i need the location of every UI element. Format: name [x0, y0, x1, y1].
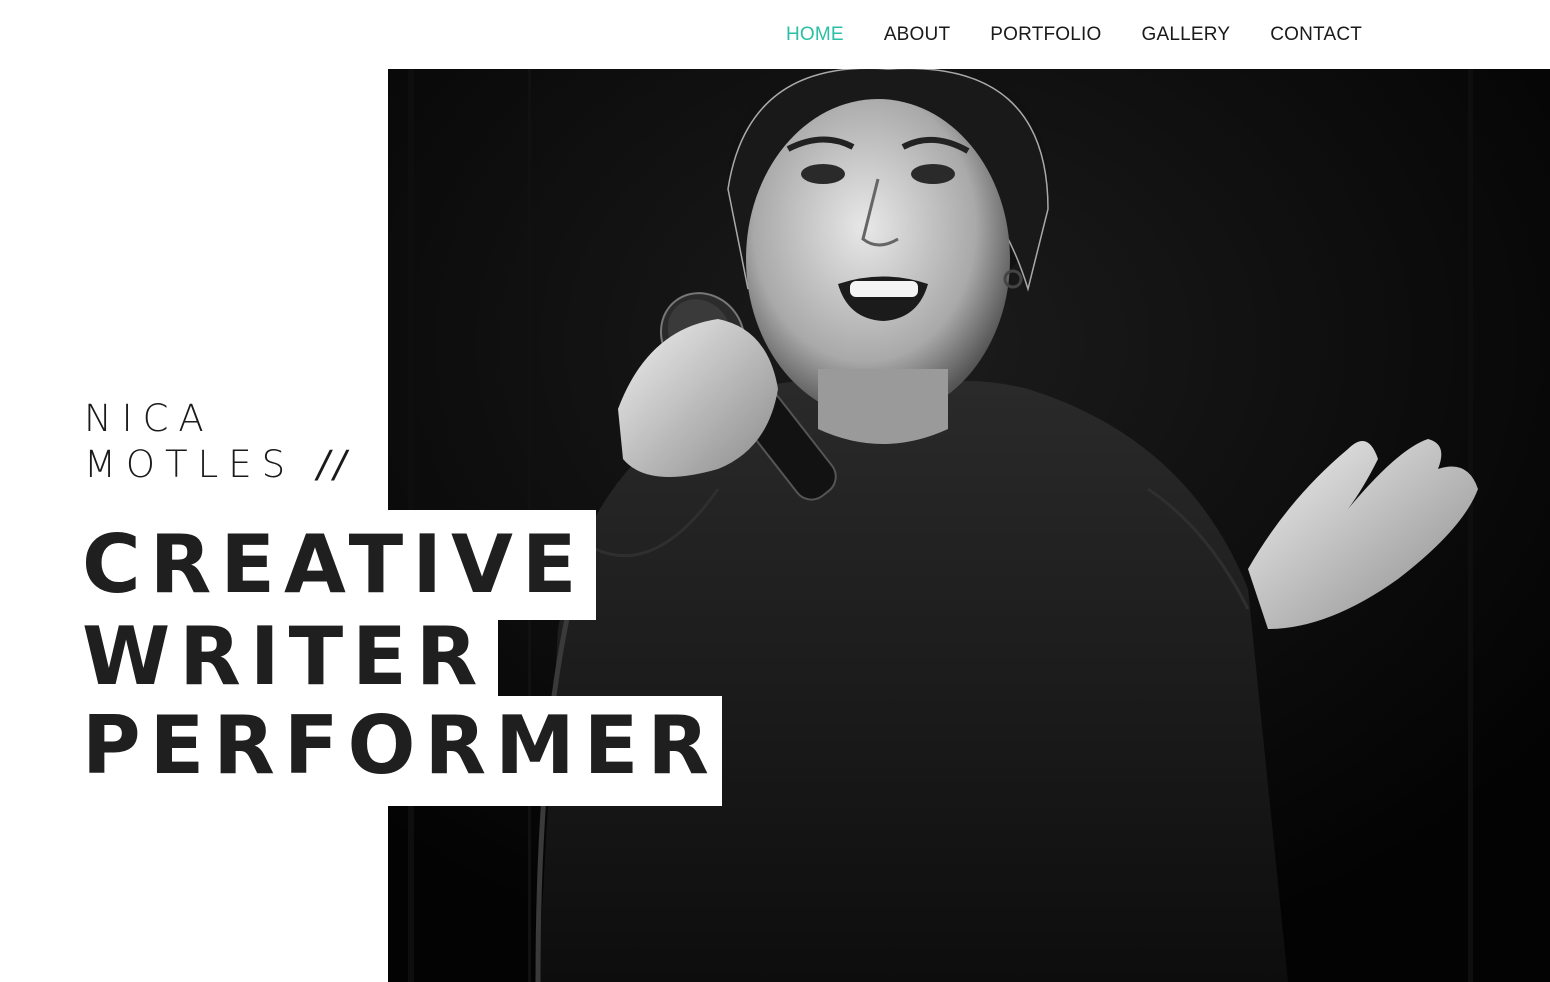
- name-separator: //: [317, 443, 351, 486]
- title-creative-text: CREATIVE: [82, 518, 586, 611]
- title-line-writer: WRITER: [80, 610, 498, 703]
- page: HOME ABOUT PORTFOLIO GALLERY CONTACT NIC…: [0, 0, 1550, 982]
- main-nav: HOME ABOUT PORTFOLIO GALLERY CONTACT: [786, 20, 1362, 50]
- title-performer-text: PERFORMER: [82, 699, 718, 792]
- nav-about-link[interactable]: ABOUT: [884, 20, 950, 50]
- name-last: MOTLES: [84, 443, 296, 486]
- nav-contact-link[interactable]: CONTACT: [1270, 20, 1362, 50]
- name-last-row: MOTLES //: [84, 442, 350, 488]
- title-line-creative: CREATIVE: [80, 510, 596, 620]
- performer-name: NICA MOTLES //: [84, 396, 350, 488]
- nav-gallery-link[interactable]: GALLERY: [1142, 20, 1231, 50]
- name-first: NICA: [84, 397, 214, 440]
- title-writer-text: WRITER: [82, 610, 487, 703]
- nav-home-link[interactable]: HOME: [786, 20, 844, 50]
- title-line-performer: PERFORMER: [80, 696, 722, 806]
- nav-portfolio-link[interactable]: PORTFOLIO: [990, 20, 1101, 50]
